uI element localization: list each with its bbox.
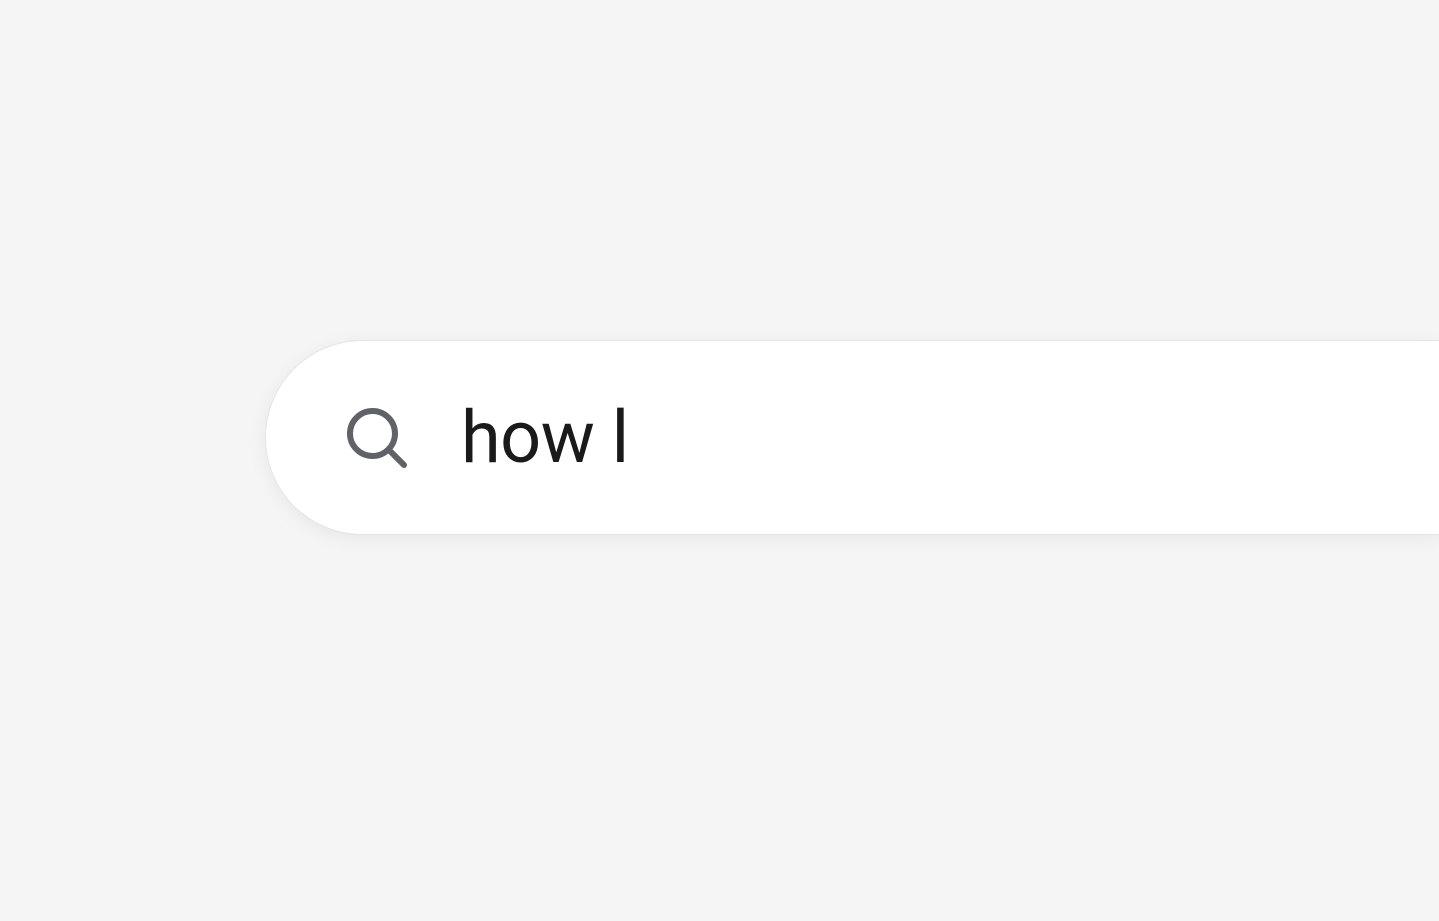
search-icon xyxy=(341,402,413,474)
search-input[interactable] xyxy=(461,395,1439,480)
search-bar[interactable] xyxy=(265,340,1439,535)
